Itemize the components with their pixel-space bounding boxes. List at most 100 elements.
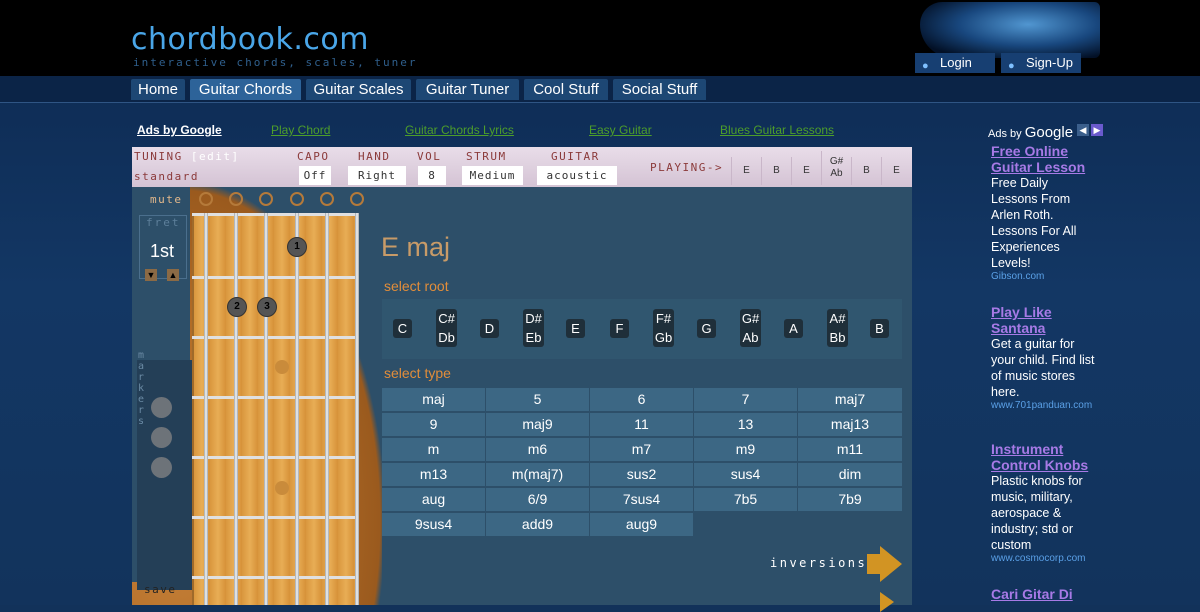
type-button-m13[interactable]: m13 [382, 463, 485, 486]
fret-down-arrow-icon[interactable]: ▼ [145, 269, 157, 281]
login-button[interactable]: ● Login [915, 53, 995, 73]
tab-guitar-chords[interactable]: Guitar Chords [190, 79, 301, 100]
guitar-string-1 [204, 213, 208, 605]
finger-marker[interactable]: 1 [287, 237, 307, 257]
right-ad-domain[interactable]: www.cosmocorp.com [991, 553, 1085, 564]
type-button-m-maj7[interactable]: m(maj7) [486, 463, 589, 486]
tuning-value[interactable]: standard [134, 170, 199, 183]
ads-by-google-link[interactable]: Ads by Google [137, 123, 222, 137]
chord-name: E maj [381, 232, 451, 262]
ad-link-play-chord[interactable]: Play Chord [271, 123, 330, 137]
fret-up-arrow-icon[interactable]: ▲ [167, 269, 179, 281]
mute-toggle-string-4[interactable] [290, 192, 304, 206]
type-button-7sus4[interactable]: 7sus4 [590, 488, 693, 511]
mute-toggle-string-3[interactable] [259, 192, 273, 206]
guitar-select[interactable]: acoustic [537, 166, 617, 185]
next-arrow-icon[interactable] [880, 592, 894, 612]
tab-cool-stuff[interactable]: Cool Stuff [524, 79, 608, 100]
type-button-9[interactable]: 9 [382, 413, 485, 436]
ads-next-icon[interactable]: ▶ [1091, 124, 1103, 136]
right-ad-domain[interactable]: Gibson.com [991, 271, 1044, 282]
tab-home[interactable]: Home [131, 79, 185, 100]
tuning-edit-link[interactable]: [edit] [191, 150, 240, 163]
root-button-a[interactable]: A [784, 319, 803, 338]
type-button-7[interactable]: 7 [694, 388, 797, 411]
marker-toggle[interactable] [151, 397, 172, 418]
type-button-6[interactable]: 6 [590, 388, 693, 411]
type-button-9sus4[interactable]: 9sus4 [382, 513, 485, 536]
right-ad-domain[interactable]: www.701panduan.com [991, 400, 1092, 411]
guitar-string-6 [355, 213, 359, 605]
marker-toggle[interactable] [151, 427, 172, 448]
root-button-e[interactable]: E [566, 319, 585, 338]
type-button-7b9[interactable]: 7b9 [798, 488, 902, 511]
signup-label: Sign-Up [1026, 55, 1073, 70]
site-logo[interactable]: chordbook.com [131, 22, 369, 57]
root-button-g[interactable]: G [697, 319, 716, 338]
finger-marker[interactable]: 3 [257, 297, 277, 317]
root-button-f[interactable]: F [610, 319, 629, 338]
hand-select[interactable]: Right [348, 166, 406, 185]
right-ad-title[interactable]: Free Online Guitar Lesson [991, 143, 1085, 175]
finger-marker[interactable]: 2 [227, 297, 247, 317]
mute-toggle-string-5[interactable] [320, 192, 334, 206]
fret-line [192, 336, 359, 339]
root-button-f-sharp[interactable]: F# Gb [653, 309, 674, 347]
strum-select[interactable]: Medium [462, 166, 523, 185]
type-button-m6[interactable]: m6 [486, 438, 589, 461]
type-button-5[interactable]: 5 [486, 388, 589, 411]
right-ad-title[interactable]: Play Like Santana [991, 304, 1052, 336]
right-ad-title[interactable]: Cari Gitar Di [991, 586, 1073, 602]
capo-label: CAPO [297, 150, 330, 163]
ad-link-easy-guitar[interactable]: Easy Guitar [589, 123, 652, 137]
tab-guitar-tuner[interactable]: Guitar Tuner [416, 79, 519, 100]
ad-link-guitar-chords-lyrics[interactable]: Guitar Chords Lyrics [405, 123, 514, 137]
marker-toggle[interactable] [151, 457, 172, 478]
header-guitar-image [920, 2, 1100, 58]
type-button-sus2[interactable]: sus2 [590, 463, 693, 486]
mute-toggle-string-1[interactable] [199, 192, 213, 206]
root-button-a-sharp[interactable]: A# Bb [827, 309, 848, 347]
type-button-aug9[interactable]: aug9 [590, 513, 693, 536]
type-button-13[interactable]: 13 [694, 413, 797, 436]
type-button-m[interactable]: m [382, 438, 485, 461]
type-button-m11[interactable]: m11 [798, 438, 902, 461]
type-button-m7[interactable]: m7 [590, 438, 693, 461]
save-button[interactable]: save [144, 583, 177, 596]
tab-social-stuff[interactable]: Social Stuff [613, 79, 706, 100]
root-button-g-sharp[interactable]: G# Ab [740, 309, 761, 347]
type-button-11[interactable]: 11 [590, 413, 693, 436]
root-button-c-sharp[interactable]: C# Db [436, 309, 457, 347]
inversions-arrow-icon[interactable] [880, 546, 902, 582]
type-button-aug[interactable]: aug [382, 488, 485, 511]
ad-link-blues-guitar-lessons[interactable]: Blues Guitar Lessons [720, 123, 834, 137]
type-button-7b5[interactable]: 7b5 [694, 488, 797, 511]
user-icon: ● [1008, 60, 1015, 72]
capo-select[interactable]: Off [299, 166, 331, 185]
type-button-sus4[interactable]: sus4 [694, 463, 797, 486]
type-button-add9[interactable]: add9 [486, 513, 589, 536]
mute-label: mute [150, 193, 183, 206]
type-button-dim[interactable]: dim [798, 463, 902, 486]
root-button-d-sharp[interactable]: D# Eb [523, 309, 544, 347]
mute-toggle-string-6[interactable] [350, 192, 364, 206]
root-button-b[interactable]: B [870, 319, 889, 338]
signup-button[interactable]: ● Sign-Up [1001, 53, 1081, 73]
vol-select[interactable]: 8 [418, 166, 446, 185]
type-button-6-9[interactable]: 6/9 [486, 488, 589, 511]
mute-toggle-string-2[interactable] [229, 192, 243, 206]
right-ads-header[interactable]: Ads by Google [988, 124, 1073, 141]
type-button-maj13[interactable]: maj13 [798, 413, 902, 436]
right-ad-description: Free Daily Lessons From Arlen Roth. Lessons… [991, 176, 1077, 270]
type-button-m9[interactable]: m9 [694, 438, 797, 461]
type-button-maj9[interactable]: maj9 [486, 413, 589, 436]
type-button-maj7[interactable]: maj7 [798, 388, 902, 411]
ads-prev-icon[interactable]: ◀ [1077, 124, 1089, 136]
right-ad-title[interactable]: Instrument Control Knobs [991, 441, 1088, 473]
root-button-d[interactable]: D [480, 319, 499, 338]
tab-guitar-scales[interactable]: Guitar Scales [306, 79, 411, 100]
fretboard[interactable] [192, 213, 359, 605]
root-button-c[interactable]: C [393, 319, 412, 338]
type-button-maj[interactable]: maj [382, 388, 485, 411]
fret-line [192, 213, 359, 216]
